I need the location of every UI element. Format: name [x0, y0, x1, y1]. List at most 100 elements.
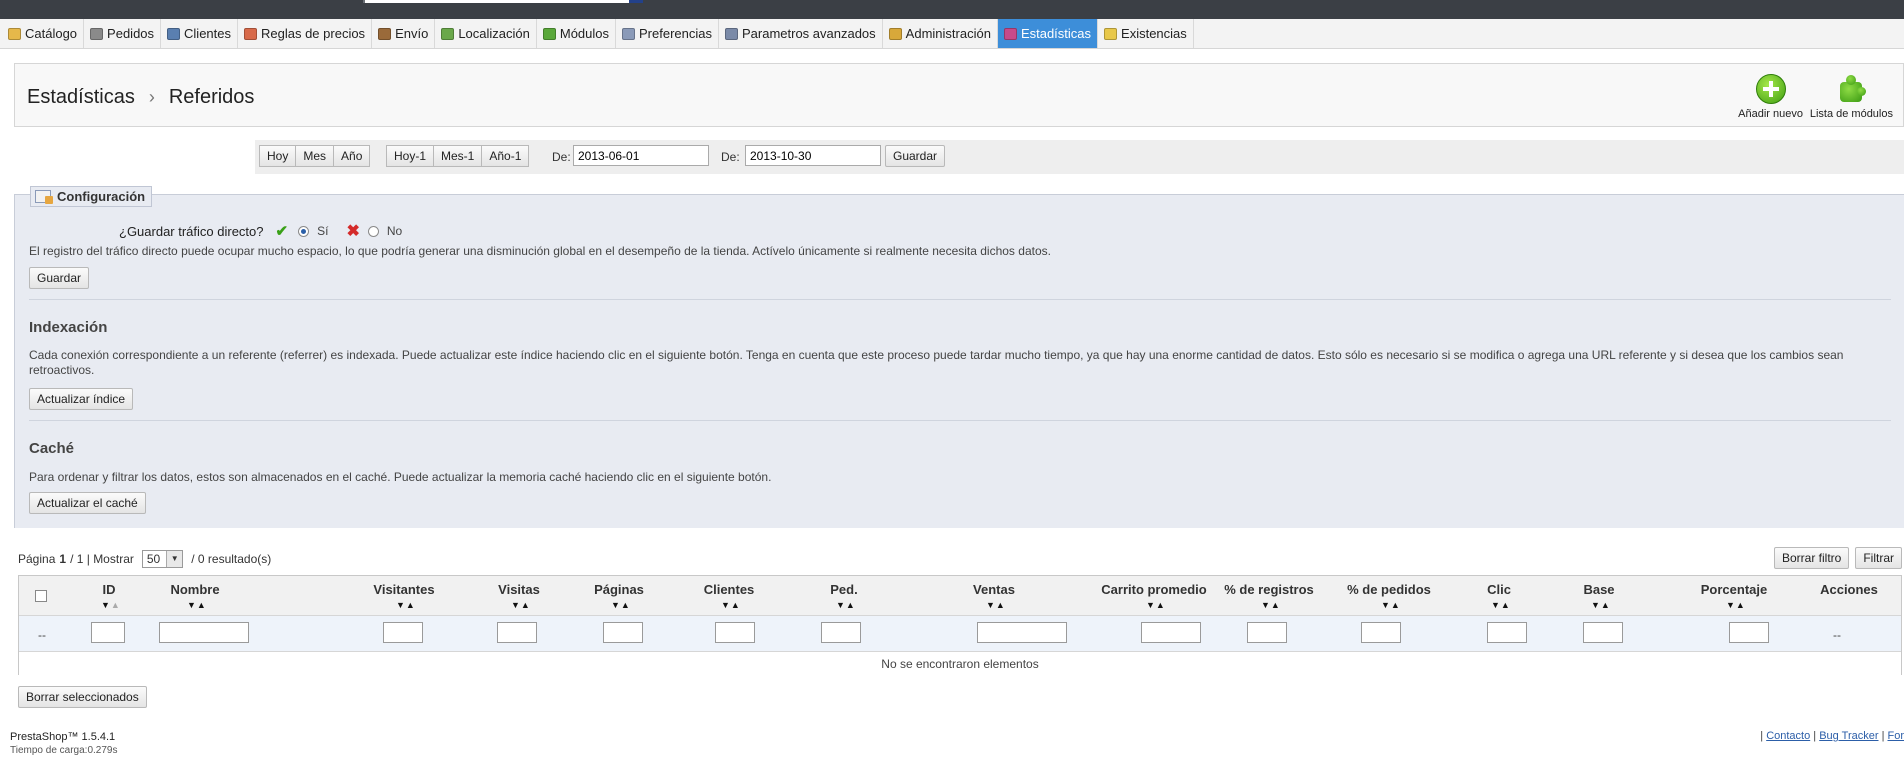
menu-item-price-rules[interactable]: Reglas de precios [238, 19, 373, 48]
previous-year-button[interactable]: Año-1 [481, 145, 530, 167]
column-header: Carrito promedio [1101, 582, 1207, 597]
direct-traffic-yes-radio[interactable] [298, 225, 310, 237]
previous-month-button[interactable]: Mes-1 [433, 145, 483, 167]
sort-arrows-icon[interactable]: ▼▲ [1491, 600, 1511, 610]
column-filter-input[interactable] [1729, 622, 1769, 643]
column-filter-input[interactable] [603, 622, 643, 643]
save-dates-button[interactable]: Guardar [885, 145, 946, 167]
menu-item-advanced-parameters[interactable]: Parametros avanzados [719, 19, 883, 48]
menu-item-label: Administración [905, 26, 991, 41]
column-filter-input[interactable] [497, 622, 537, 643]
actions-dash: -- [1833, 628, 1841, 642]
sort-arrows-icon[interactable]: ▼▲ [1261, 600, 1281, 610]
menu-item-stock[interactable]: Existencias [1098, 19, 1194, 48]
main-menu: Catálogo Pedidos Clientes Reglas de precios… [0, 19, 1904, 49]
footer-info: PrestaShop™ 1.5.4.1 Tiempo de carga:0.27… [10, 730, 117, 758]
column-filter-input[interactable] [821, 622, 861, 643]
column-filter-input[interactable] [91, 622, 125, 643]
to-date-input[interactable] [745, 145, 881, 166]
menu-item-stats[interactable]: Estadísticas [997, 19, 1099, 48]
price-rules-icon [244, 27, 257, 40]
menu-item-catalog[interactable]: Catálogo [2, 19, 85, 48]
contact-link[interactable]: Contacto [1766, 730, 1810, 742]
empty-message: No se encontraron elementos [19, 652, 1901, 676]
sort-arrows-icon[interactable]: ▼▲ [836, 600, 856, 610]
bug-tracker-link[interactable]: Bug Tracker [1819, 730, 1878, 742]
sort-arrows-icon[interactable]: ▼▲ [1726, 600, 1746, 610]
add-icon [1755, 74, 1786, 104]
column-header: Clic [1487, 582, 1511, 597]
from-date-input[interactable] [573, 145, 709, 166]
direct-traffic-no-radio[interactable] [367, 225, 379, 237]
sort-arrows-icon[interactable]: ▼▲ [721, 600, 741, 610]
sort-arrows-icon[interactable]: ▼▲ [1146, 600, 1166, 610]
add-new-button[interactable]: Añadir nuevo [1738, 74, 1803, 120]
sort-arrows-icon[interactable]: ▼▲ [101, 600, 121, 610]
menu-item-localization[interactable]: Localización [435, 19, 537, 48]
yesterday-button[interactable]: Hoy-1 [386, 145, 435, 167]
menu-item-shipping[interactable]: Envío [372, 19, 436, 48]
top-search-stub[interactable] [363, 0, 643, 3]
table-header: ID ▼▲ Nombre ▼▲ Visitantes ▼▲ Visitas ▼▲ Páginas… [19, 576, 1901, 616]
sort-arrows-icon[interactable]: ▼▲ [396, 600, 416, 610]
sort-arrows-icon[interactable]: ▼▲ [187, 600, 207, 610]
column-filter-input[interactable] [1583, 622, 1623, 643]
delete-selected-button[interactable]: Borrar seleccionados [18, 686, 147, 708]
update-index-button[interactable]: Actualizar índice [29, 388, 134, 410]
direct-traffic-help: El registro del tráfico directo puede oc… [29, 244, 1051, 258]
sort-arrows-icon[interactable]: ▼▲ [511, 600, 531, 610]
menu-item-orders[interactable]: Pedidos [84, 19, 162, 48]
sort-arrows-icon[interactable]: ▼▲ [1381, 600, 1401, 610]
sort-arrows-icon[interactable]: ▼▲ [611, 600, 631, 610]
save-config-button[interactable]: Guardar [29, 267, 90, 289]
filter-button[interactable]: Filtrar [1855, 547, 1902, 569]
column-header: Visitantes [373, 582, 435, 597]
breadcrumb-separator: › [148, 87, 155, 107]
results-count: / 0 resultado(s) [191, 552, 272, 566]
update-cache-button[interactable]: Actualizar el caché [29, 492, 146, 514]
chevron-down-icon: ▼ [166, 551, 183, 567]
breadcrumb-parent[interactable]: Estadísticas [27, 86, 135, 109]
forum-link[interactable]: For [1888, 730, 1904, 742]
column-filter-input[interactable] [977, 622, 1067, 643]
list-actions: Borrar filtro Filtrar [1773, 547, 1902, 569]
localization-icon [441, 27, 455, 40]
column-header: Acciones [1820, 582, 1878, 597]
modules-icon [542, 27, 556, 40]
month-button[interactable]: Mes [295, 145, 335, 167]
column-filter-input[interactable] [1487, 622, 1527, 643]
column-header: Ventas [973, 582, 1015, 597]
column-filter-input[interactable] [159, 622, 249, 643]
column-filter-input[interactable] [1247, 622, 1287, 643]
filter-dash: -- [38, 628, 46, 642]
menu-item-label: Existencias [1121, 26, 1187, 41]
no-label: No [386, 224, 403, 238]
today-button[interactable]: Hoy [259, 145, 297, 167]
customers-icon [167, 27, 181, 40]
column-filter-input[interactable] [715, 622, 755, 643]
clear-filter-button[interactable]: Borrar filtro [1773, 547, 1850, 569]
advanced-parameters-icon [724, 27, 738, 40]
menu-item-administration[interactable]: Administración [883, 19, 998, 48]
select-all-checkbox[interactable] [35, 590, 47, 602]
menu-item-customers[interactable]: Clientes [161, 19, 238, 48]
year-button[interactable]: Año [333, 145, 371, 167]
footer-separator: | [1881, 730, 1885, 742]
column-filter-input[interactable] [1361, 622, 1401, 643]
module-list-button[interactable]: Lista de módulos [1810, 74, 1893, 120]
footer-separator: | [1760, 730, 1764, 742]
column-filter-input[interactable] [383, 622, 423, 643]
menu-item-preferences[interactable]: Preferencias [616, 19, 719, 48]
menu-item-modules[interactable]: Módulos [537, 19, 616, 48]
indexation-text: Cada conexión correspondiente a un refer… [29, 348, 1844, 377]
sort-arrows-icon[interactable]: ▼▲ [1591, 600, 1611, 610]
column-filter-input[interactable] [1141, 622, 1201, 643]
menu-item-label: Módulos [559, 26, 609, 41]
filter-row: -- -- [19, 616, 1901, 652]
menu-item-label: Estadísticas [1020, 26, 1092, 41]
per-page-value: 50 [146, 552, 161, 566]
sort-arrows-icon[interactable]: ▼▲ [986, 600, 1006, 610]
shipping-icon [378, 27, 392, 40]
per-page-select[interactable]: 50 ▼ [141, 550, 184, 568]
column-header: % de pedidos [1347, 582, 1431, 597]
